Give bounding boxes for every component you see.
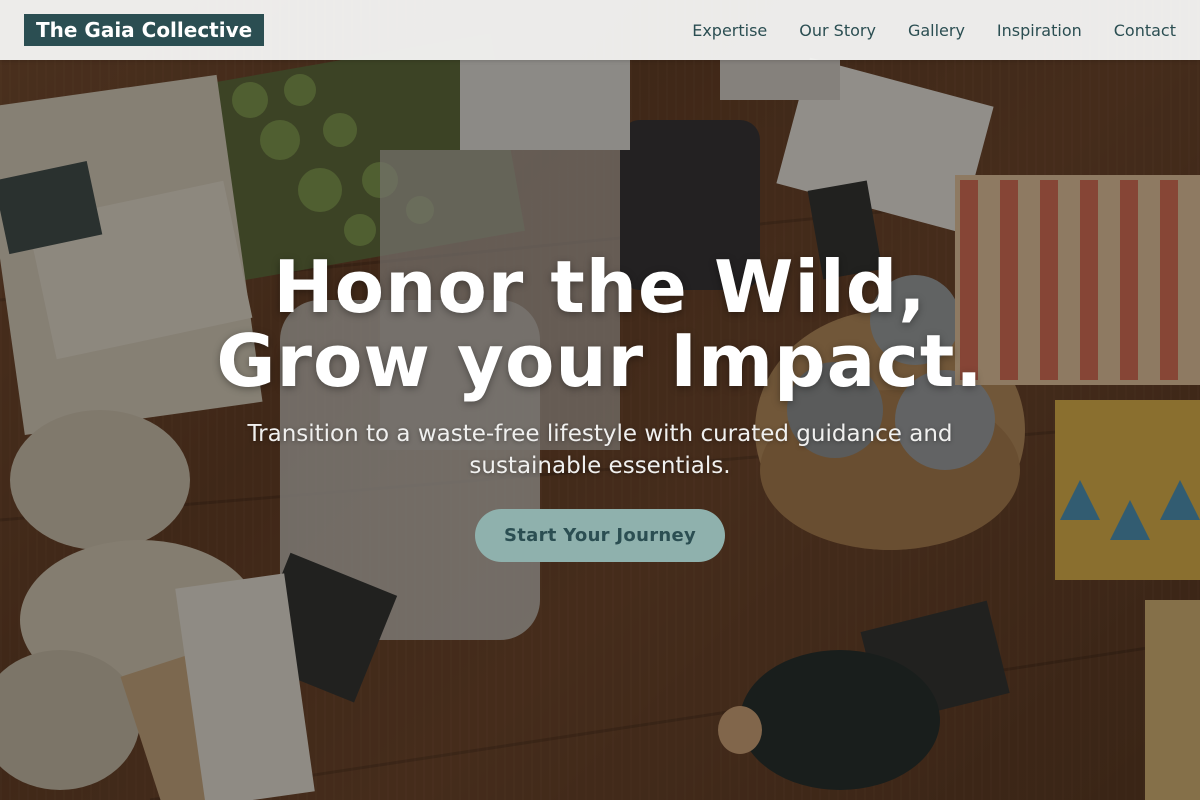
nav-link-inspiration[interactable]: Inspiration [997,21,1082,40]
brand-logo[interactable]: The Gaia Collective [24,14,265,46]
nav-link-contact[interactable]: Contact [1114,21,1176,40]
hero-subtitle: Transition to a waste-free lifestyle wit… [247,421,953,479]
nav-link-expertise[interactable]: Expertise [692,21,767,40]
hero-title-line-1: Honor the Wild, [273,245,927,329]
hero-section: Honor the Wild, Grow your Impact. Transi… [0,0,1200,800]
main-navigation: Expertise Our Story Gallery Inspiration … [692,0,1176,60]
start-journey-button[interactable]: Start Your Journey [475,509,725,562]
hero-title: Honor the Wild, Grow your Impact. [100,250,1100,398]
navbar: The Gaia Collective Expertise Our Story … [0,0,1200,60]
nav-link-our-story[interactable]: Our Story [799,21,876,40]
nav-link-gallery[interactable]: Gallery [908,21,965,40]
hero-title-line-2: Grow your Impact. [216,319,984,403]
